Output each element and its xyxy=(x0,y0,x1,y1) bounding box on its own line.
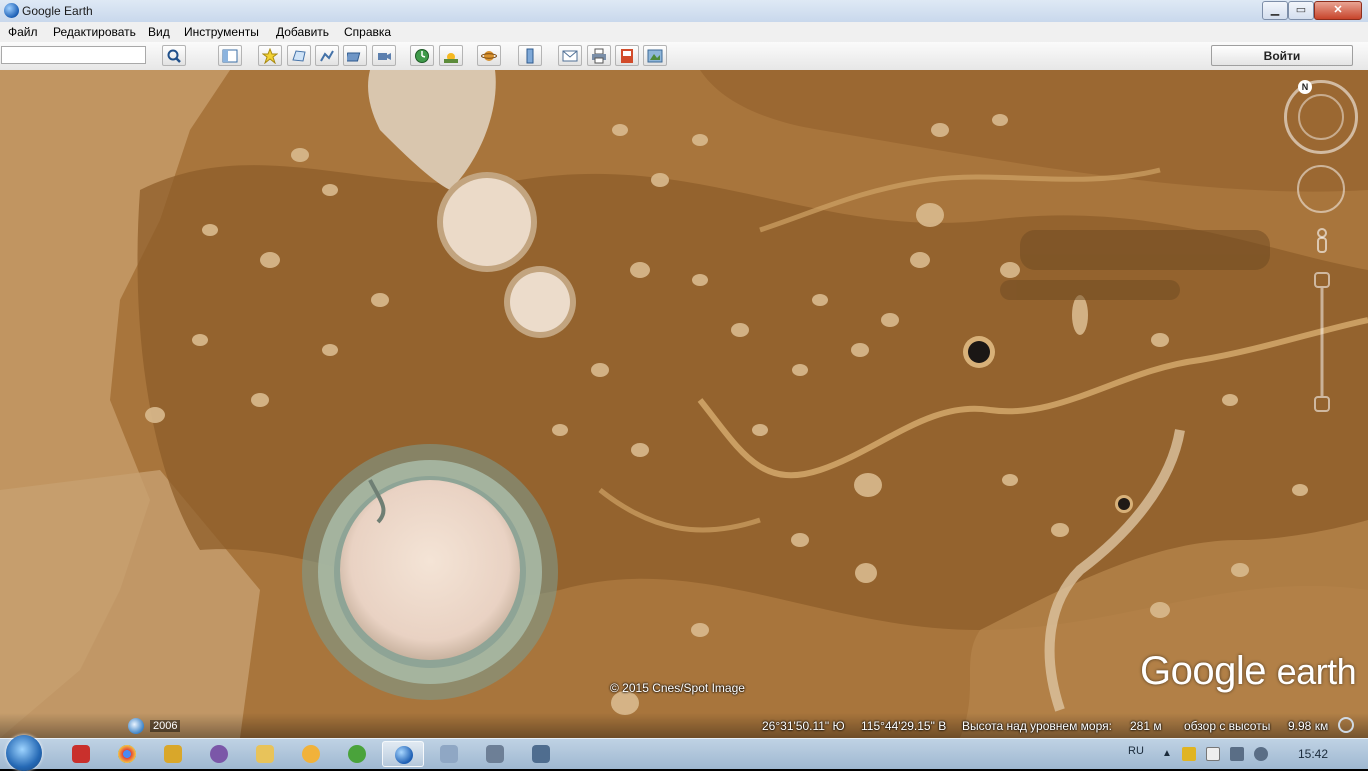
tray-expand-icon[interactable]: ▲ xyxy=(1160,747,1174,761)
search-tool-icon xyxy=(440,745,458,763)
toolbar: Войти xyxy=(0,42,1368,71)
taskbar-app-flash[interactable] xyxy=(60,741,102,767)
taskbar-app-chrome[interactable] xyxy=(106,741,148,767)
taskbar-app-network[interactable] xyxy=(152,741,194,767)
menu-help[interactable]: Справка xyxy=(344,25,391,39)
north-marker[interactable]: N xyxy=(1298,80,1312,94)
messenger-icon xyxy=(302,745,320,763)
taskbar-app-screen[interactable] xyxy=(520,741,562,767)
elevation-value: 281 м xyxy=(1130,719,1162,733)
menu-tools[interactable]: Инструменты xyxy=(184,25,259,39)
tour-record-icon xyxy=(378,53,391,60)
save-image-button[interactable] xyxy=(615,45,639,66)
viber-icon xyxy=(210,745,228,763)
overlay-icon xyxy=(347,52,361,62)
chrome-icon xyxy=(118,745,136,763)
placemark-icon xyxy=(262,48,278,64)
email-button[interactable] xyxy=(558,45,582,66)
taskbar-app-viber[interactable] xyxy=(198,741,240,767)
start-button[interactable] xyxy=(6,735,42,771)
historical-imagery-button[interactable] xyxy=(410,45,434,66)
search-input[interactable] xyxy=(1,46,146,64)
view-in-maps-button[interactable] xyxy=(643,45,667,66)
menu-add[interactable]: Добавить xyxy=(276,25,329,39)
network-tool-icon xyxy=(164,745,182,763)
language-indicator[interactable]: RU xyxy=(1128,745,1144,757)
longitude-readout: 115°44'29.15" В xyxy=(861,719,947,733)
terrain-imagery xyxy=(0,70,1368,738)
taskbar-app-usb[interactable] xyxy=(474,741,516,767)
google-earth-logo: Google earth xyxy=(1140,649,1357,694)
network-icon[interactable] xyxy=(1230,747,1244,761)
sidebar-toggle-button[interactable] xyxy=(218,45,242,66)
menu-bar: Файл Редактировать Вид Инструменты Добав… xyxy=(0,22,1368,42)
taskbar-app-explorer[interactable] xyxy=(244,741,286,767)
google-earth-icon xyxy=(395,746,413,764)
ruler-button[interactable] xyxy=(518,45,542,66)
taskbar-app-utorrent[interactable] xyxy=(336,741,378,767)
zoom-slider[interactable] xyxy=(1313,272,1331,414)
planets-button[interactable] xyxy=(477,45,501,66)
action-center-icon[interactable] xyxy=(1206,747,1220,761)
google-earth-app-icon xyxy=(4,3,19,18)
menu-view[interactable]: Вид xyxy=(148,25,170,39)
email-icon xyxy=(562,50,578,62)
taskbar-app-search[interactable] xyxy=(428,741,470,767)
windows-taskbar: RU ▲ 15:42 xyxy=(0,735,1368,771)
satellite-map[interactable] xyxy=(0,70,1368,738)
usb-device-icon xyxy=(486,745,504,763)
taskbar-app-google-earth[interactable] xyxy=(382,741,424,767)
eye-altitude-label: обзор с высоты xyxy=(1184,719,1271,733)
screen-tool-icon xyxy=(532,745,550,763)
latitude-readout: 26°31'50.11" Ю xyxy=(762,719,845,733)
add-placemark-button[interactable] xyxy=(258,45,282,66)
polygon-icon xyxy=(292,50,306,62)
path-icon xyxy=(320,50,334,62)
title-bar: Google Earth ▁ ▭ ✕ xyxy=(0,0,1368,23)
imagery-date: 2006 xyxy=(150,720,181,732)
look-joystick[interactable] xyxy=(1297,165,1345,213)
imagery-copyright: © 2015 Cnes/Spot Image xyxy=(610,681,745,695)
save-image-icon xyxy=(621,49,633,63)
logo-google-text: Google xyxy=(1140,649,1266,693)
search-icon xyxy=(167,49,181,63)
add-overlay-button[interactable] xyxy=(343,45,367,66)
volume-icon[interactable] xyxy=(1254,747,1268,761)
search-button[interactable] xyxy=(162,45,186,66)
elevation-label: Высота над уровнем моря: xyxy=(962,719,1112,733)
compass-center[interactable] xyxy=(1298,94,1344,140)
add-polygon-button[interactable] xyxy=(287,45,311,66)
minimize-button[interactable]: ▁ xyxy=(1262,1,1288,20)
explorer-icon xyxy=(256,745,274,763)
menu-file[interactable]: Файл xyxy=(8,25,38,39)
add-path-button[interactable] xyxy=(315,45,339,66)
pegman-icon[interactable] xyxy=(1315,228,1329,260)
signin-button[interactable]: Войти xyxy=(1211,45,1353,66)
view-in-maps-icon xyxy=(647,49,663,63)
flash-player-icon xyxy=(72,745,90,763)
system-clock[interactable]: 15:42 xyxy=(1298,747,1328,761)
sunlight-button[interactable] xyxy=(439,45,463,66)
print-button[interactable] xyxy=(587,45,611,66)
close-button[interactable]: ✕ xyxy=(1314,1,1362,20)
tray-app-icon[interactable] xyxy=(1182,747,1196,761)
historical-imagery-icon xyxy=(415,49,429,63)
print-icon xyxy=(592,48,606,64)
maximize-button[interactable]: ▭ xyxy=(1288,1,1314,20)
status-bar xyxy=(0,713,1368,738)
logo-earth-text: earth xyxy=(1276,651,1357,692)
utorrent-icon xyxy=(348,745,366,763)
history-clock-icon[interactable] xyxy=(128,718,144,734)
menu-edit[interactable]: Редактировать xyxy=(53,25,136,39)
window-title: Google Earth xyxy=(22,4,93,18)
planets-icon xyxy=(481,51,497,61)
sunlight-icon xyxy=(444,53,458,63)
record-tour-button[interactable] xyxy=(372,45,396,66)
streaming-indicator xyxy=(1338,717,1354,733)
eye-altitude-value: 9.98 км xyxy=(1288,719,1329,733)
sidebar-toggle-icon xyxy=(222,49,238,63)
ruler-icon xyxy=(526,48,534,64)
taskbar-app-messenger[interactable] xyxy=(290,741,332,767)
